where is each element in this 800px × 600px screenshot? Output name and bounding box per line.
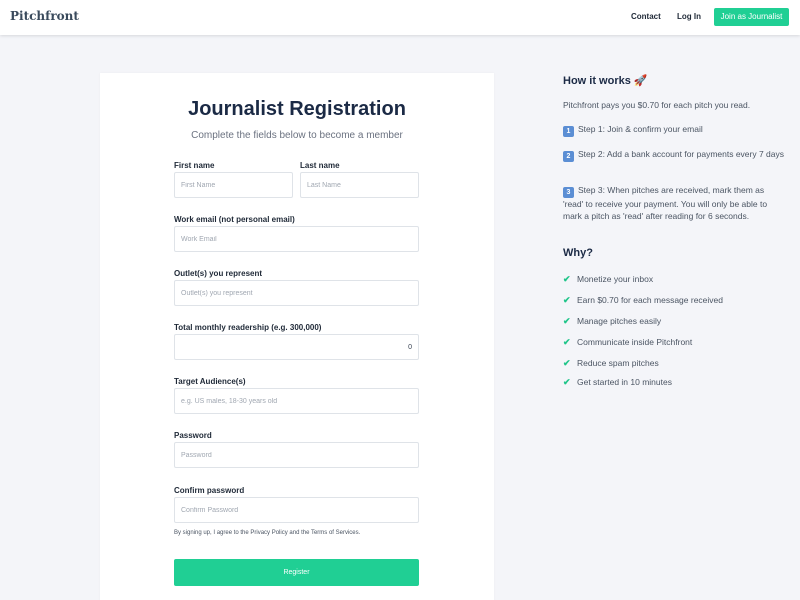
- why-item-text: Monetize your inbox: [577, 274, 654, 284]
- last-name-label: Last name: [300, 161, 340, 170]
- how-it-works-heading: How it works 🚀: [563, 75, 648, 87]
- outlet-label: Outlet(s) you represent: [174, 269, 263, 278]
- email-field[interactable]: [174, 226, 419, 252]
- confirm-password-field[interactable]: [174, 497, 419, 523]
- step-2-text: Step 2: Add a bank account for payments …: [578, 149, 785, 159]
- why-item: ✔ Monetize your inbox: [563, 274, 653, 285]
- nav-login-link[interactable]: Log In: [677, 12, 701, 21]
- why-item: ✔ Manage pitches easily: [563, 316, 661, 327]
- checkmark-icon: ✔: [563, 274, 571, 284]
- why-item: ✔ Get started in 10 minutes: [563, 377, 672, 388]
- last-name-field[interactable]: [300, 172, 419, 198]
- first-name-field[interactable]: [174, 172, 293, 198]
- checkmark-icon: ✔: [563, 295, 571, 305]
- why-item-text: Earn $0.70 for each message received: [577, 295, 724, 305]
- step-1: 1 Step 1: Join & confirm your email: [563, 123, 785, 137]
- why-item-text: Manage pitches easily: [577, 316, 662, 326]
- site-logo[interactable]: Pitchfront: [10, 9, 79, 23]
- readership-field[interactable]: [174, 334, 419, 360]
- why-item: ✔ Earn $0.70 for each message received: [563, 295, 723, 306]
- keycap-3-icon: 3: [563, 187, 574, 198]
- keycap-2-icon: 2: [563, 151, 574, 162]
- intro-text: Pitchfront pays you $0.70 for each pitch…: [563, 100, 751, 110]
- why-item-text: Reduce spam pitches: [577, 358, 659, 368]
- why-item-text: Get started in 10 minutes: [577, 377, 672, 387]
- top-navbar: Pitchfront Contact Log In Join as Journa…: [0, 0, 800, 35]
- form-title: Journalist Registration: [188, 98, 406, 120]
- why-item: ✔ Reduce spam pitches: [563, 358, 659, 369]
- checkmark-icon: ✔: [563, 337, 571, 347]
- why-heading: Why?: [563, 247, 593, 259]
- outlet-field[interactable]: [174, 280, 419, 306]
- email-label: Work email (not personal email): [174, 215, 295, 224]
- step-2: 2 Step 2: Add a bank account for payments…: [563, 148, 785, 162]
- first-name-label: First name: [174, 161, 215, 170]
- readership-label: Total monthly readership (e.g. 300,000): [174, 323, 322, 332]
- checkmark-icon: ✔: [563, 358, 571, 368]
- step-3: 3 Step 3: When pitches are received, mark…: [563, 184, 785, 222]
- step-3-text: Step 3: When pitches are received, mark …: [563, 185, 768, 221]
- terms-text: By signing up, I agree to the Privacy Po…: [174, 530, 361, 536]
- why-item-text: Communicate inside Pitchfront: [577, 337, 693, 347]
- keycap-1-icon: 1: [563, 126, 574, 137]
- checkmark-icon: ✔: [563, 316, 571, 326]
- checkmark-icon: ✔: [563, 377, 571, 387]
- audience-label: Target Audience(s): [174, 377, 246, 386]
- audience-field[interactable]: [174, 388, 419, 414]
- step-1-text: Step 1: Join & confirm your email: [578, 124, 703, 134]
- confirm-password-label: Confirm password: [174, 486, 245, 495]
- register-button[interactable]: Register: [174, 559, 419, 586]
- join-journalist-button[interactable]: Join as Journalist: [714, 8, 789, 26]
- form-subtitle: Complete the fields below to become a me…: [191, 130, 403, 141]
- password-label: Password: [174, 431, 212, 440]
- why-item: ✔ Communicate inside Pitchfront: [563, 337, 692, 348]
- nav-contact-link[interactable]: Contact: [631, 12, 661, 21]
- password-field[interactable]: [174, 442, 419, 468]
